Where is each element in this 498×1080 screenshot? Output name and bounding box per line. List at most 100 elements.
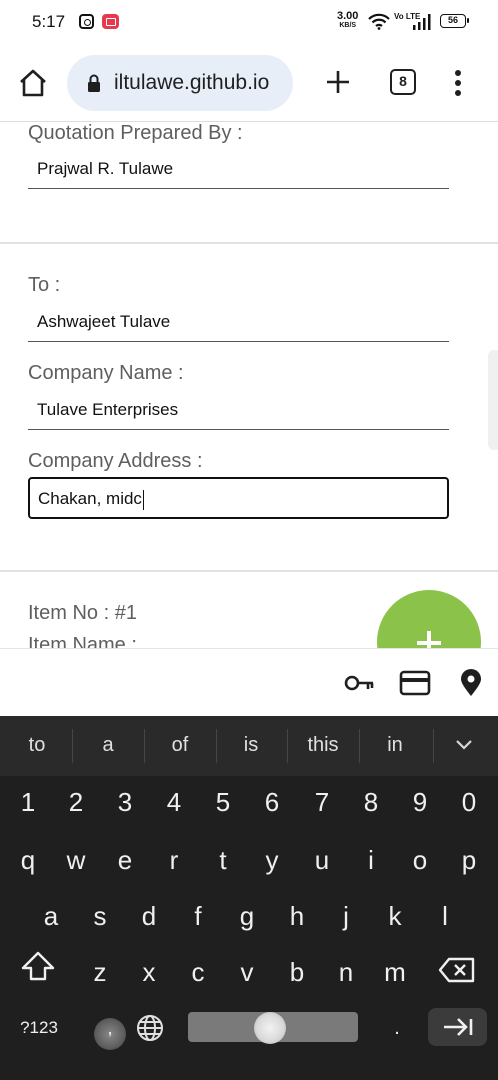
key-o[interactable]: o: [400, 838, 440, 882]
url-text[interactable]: iltulawe.github.io: [114, 71, 269, 95]
key-a[interactable]: a: [31, 894, 71, 938]
key-2[interactable]: 2: [56, 780, 96, 824]
address-bar[interactable]: iltulawe.github.io: [67, 55, 293, 111]
key-j[interactable]: j: [326, 894, 366, 938]
text-caret: [142, 489, 145, 510]
key-m[interactable]: m: [375, 950, 415, 994]
key-d[interactable]: d: [129, 894, 169, 938]
key-x[interactable]: x: [129, 950, 169, 994]
suggestion-item[interactable]: in: [365, 734, 425, 757]
quotation-form: Quotation Prepared By : Prajwal R. Tulaw…: [0, 122, 498, 648]
enter-key[interactable]: [428, 1008, 487, 1046]
prepared-by-input[interactable]: Prajwal R. Tulawe: [28, 149, 449, 189]
backspace-icon: [438, 957, 475, 983]
key-c[interactable]: c: [178, 950, 218, 994]
key-5[interactable]: 5: [203, 780, 243, 824]
key-0[interactable]: 0: [449, 780, 489, 824]
company-address-label: Company Address :: [28, 450, 203, 472]
item-name-label: Item Name :: [28, 634, 137, 648]
key-l[interactable]: l: [425, 894, 465, 938]
key-z[interactable]: z: [80, 950, 120, 994]
suggestion-item[interactable]: of: [150, 734, 210, 757]
suggestion-divider: [287, 729, 288, 763]
key-y[interactable]: y: [252, 838, 292, 882]
key-b[interactable]: b: [277, 950, 317, 994]
key-i[interactable]: i: [351, 838, 391, 882]
soft-keyboard: to a of is this in 1234567890 qwertyuiop a…: [0, 716, 498, 1080]
chevron-down-icon[interactable]: [455, 738, 473, 752]
lock-icon[interactable]: [87, 74, 101, 92]
key-s[interactable]: s: [80, 894, 120, 938]
suggestion-item[interactable]: to: [7, 734, 67, 757]
location-pin-icon[interactable]: [455, 669, 487, 697]
key-f[interactable]: f: [178, 894, 218, 938]
signal-icon: [413, 14, 431, 30]
suggestion-divider: [144, 729, 145, 763]
new-tab-icon[interactable]: [324, 68, 352, 96]
suggestion-item[interactable]: a: [78, 734, 138, 757]
space-key-touch: [254, 1012, 286, 1044]
backspace-key[interactable]: [438, 956, 478, 990]
credit-card-icon[interactable]: [399, 669, 431, 697]
key-8[interactable]: 8: [351, 780, 391, 824]
section-divider: [0, 570, 498, 572]
key-k[interactable]: k: [375, 894, 415, 938]
globe-icon[interactable]: [135, 1013, 165, 1043]
key-u[interactable]: u: [302, 838, 342, 882]
key-e[interactable]: e: [105, 838, 145, 882]
period-key[interactable]: .: [377, 1006, 417, 1050]
suggestion-divider: [433, 729, 434, 763]
suggestion-divider: [72, 729, 73, 763]
prepared-by-label: Quotation Prepared By :: [28, 122, 243, 144]
key-n[interactable]: n: [326, 950, 366, 994]
browser-toolbar: iltulawe.github.io 8: [0, 44, 498, 122]
section-divider: [0, 242, 498, 244]
network-speed: 3.00 KB/S: [337, 11, 358, 30]
wifi-icon: [368, 13, 390, 30]
item-no-label: Item No : #1: [28, 602, 137, 624]
page-scrollbar[interactable]: [488, 350, 498, 450]
symbols-key[interactable]: ?123: [10, 1006, 68, 1050]
key-t[interactable]: t: [203, 838, 243, 882]
key-7[interactable]: 7: [302, 780, 342, 824]
suggestion-item[interactable]: is: [221, 734, 281, 757]
key-w[interactable]: w: [56, 838, 96, 882]
overflow-menu-icon[interactable]: [448, 68, 468, 98]
key-icon[interactable]: [343, 669, 375, 697]
comma-key[interactable]: ,: [90, 1006, 130, 1050]
to-label: To :: [28, 274, 61, 296]
instagram-icon: [79, 14, 94, 29]
key-q[interactable]: q: [8, 838, 48, 882]
suggestion-strip: to a of is this in: [0, 716, 498, 776]
suggestion-divider: [359, 729, 360, 763]
suggestion-item[interactable]: this: [293, 734, 353, 757]
key-3[interactable]: 3: [105, 780, 145, 824]
key-r[interactable]: r: [154, 838, 194, 882]
battery-icon: 56: [440, 14, 469, 28]
key-h[interactable]: h: [277, 894, 317, 938]
suggestion-divider: [216, 729, 217, 763]
key-6[interactable]: 6: [252, 780, 292, 824]
network-speed-unit: KB/S: [339, 22, 357, 29]
key-v[interactable]: v: [227, 950, 267, 994]
shift-key[interactable]: [20, 950, 64, 994]
company-address-input[interactable]: Chakan, midc: [28, 477, 449, 519]
key-p[interactable]: p: [449, 838, 489, 882]
key-1[interactable]: 1: [8, 780, 48, 824]
company-name-input[interactable]: Tulave Enterprises: [28, 390, 449, 430]
add-item-button[interactable]: [377, 590, 481, 648]
screen-record-icon: [102, 14, 119, 29]
home-icon[interactable]: [18, 68, 48, 98]
key-9[interactable]: 9: [400, 780, 440, 824]
to-input[interactable]: Ashwajeet Tulave: [28, 302, 449, 342]
autofill-bar: [0, 648, 498, 716]
company-address-value: Chakan, midc: [38, 489, 142, 508]
shift-icon: [21, 951, 55, 981]
next-arrow-icon: [444, 1018, 473, 1036]
tab-switcher-icon[interactable]: 8: [390, 69, 416, 95]
status-bar: 5:17 3.00 KB/S Vo LTE 56: [0, 0, 498, 44]
company-name-label: Company Name :: [28, 362, 184, 384]
status-time: 5:17: [32, 12, 66, 31]
key-g[interactable]: g: [227, 894, 267, 938]
key-4[interactable]: 4: [154, 780, 194, 824]
